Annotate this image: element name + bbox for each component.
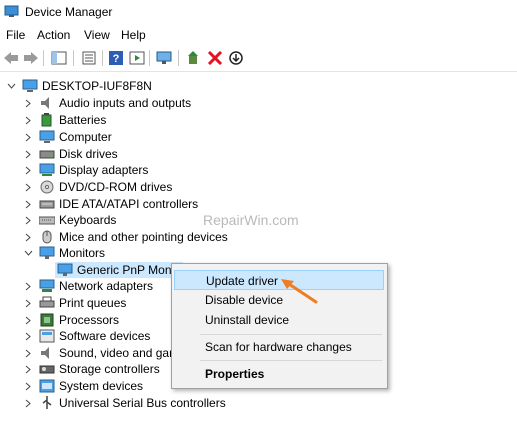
chevron-right-icon[interactable] [23,328,33,344]
tree-item-keyboards[interactable]: Keyboards [59,212,116,228]
menu-help[interactable]: Help [121,28,146,42]
device-manager-icon [4,5,19,17]
computer-icon [39,130,55,143]
keyboard-icon [39,216,55,225]
system-device-icon [39,379,55,393]
orange-pointer-arrow-icon [281,279,318,304]
tree-item-computer[interactable]: Computer [59,129,112,145]
tree-item-usb-controllers[interactable]: Universal Serial Bus controllers [59,395,226,411]
storage-controller-icon [39,365,55,374]
dvd-drive-icon [40,180,54,194]
menu-separator [200,334,382,335]
processor-icon [40,313,54,327]
menu-item-scan-hardware-label: Scan for hardware changes [205,340,352,354]
tree-item-processors[interactable]: Processors [59,312,119,328]
menu-item-uninstall-device-label: Uninstall device [205,313,290,327]
title-bar: Device Manager [0,0,517,24]
update-driver-icon[interactable] [185,49,203,67]
tree-item-display-adapters[interactable]: Display adapters [59,162,148,178]
mouse-icon [42,230,52,244]
help-icon[interactable]: ? [107,49,125,67]
toolbar-separator [73,50,74,66]
chevron-right-icon[interactable] [23,112,33,128]
usb-icon [42,396,52,409]
console-tree-icon[interactable] [50,49,68,67]
chevron-right-icon[interactable] [23,378,33,394]
menu-view[interactable]: View [84,28,110,42]
battery-icon [41,113,52,127]
chevron-right-icon[interactable] [23,129,33,145]
tree-item-storage-controllers[interactable]: Storage controllers [59,361,160,377]
tree-item-software-devices[interactable]: Software devices [59,328,150,344]
tree-item-generic-pnp-monitor[interactable]: Generic PnP Monito [77,262,184,278]
menu-item-properties-label: Properties [205,367,265,381]
menu-file[interactable]: File [6,28,25,42]
action-pane-icon[interactable] [128,49,146,67]
chevron-right-icon[interactable] [23,361,33,377]
chevron-down-icon[interactable] [23,245,33,261]
chevron-right-icon[interactable] [23,162,33,178]
tree-item-network-adapters[interactable]: Network adapters [59,278,153,294]
tree-root-label[interactable]: DESKTOP-IUF8F8N [42,78,152,94]
menu-item-scan-hardware[interactable]: Scan for hardware changes [174,337,384,357]
window-title: Device Manager [25,5,113,19]
network-adapter-icon [39,279,55,292]
tree-item-dvd-drives[interactable]: DVD/CD-ROM drives [59,179,172,195]
computer-root-icon [22,79,38,92]
ide-controller-icon [39,200,55,209]
menu-action[interactable]: Action [37,28,70,42]
scan-hardware-icon[interactable] [155,49,173,67]
chevron-right-icon[interactable] [23,345,33,361]
tree-item-batteries[interactable]: Batteries [59,112,106,128]
svg-text:?: ? [113,53,120,65]
tree-item-audio[interactable]: Audio inputs and outputs [59,95,191,111]
printer-icon [39,296,55,308]
chevron-right-icon[interactable] [23,295,33,311]
chevron-right-icon[interactable] [23,278,33,294]
tree-item-sound-video[interactable]: Sound, video and gam [59,345,179,361]
sound-icon [41,347,49,359]
menu-item-uninstall-device[interactable]: Uninstall device [174,310,384,330]
chevron-right-icon[interactable] [23,146,33,162]
tree-item-disk-drives[interactable]: Disk drives [59,146,118,162]
forward-arrow-icon[interactable] [22,49,40,67]
disk-drive-icon [39,150,55,159]
toolbar-separator [43,50,44,66]
tree-item-print-queues[interactable]: Print queues [59,295,126,311]
menu-item-properties[interactable]: Properties [174,364,384,384]
toolbar-separator [149,50,150,66]
chevron-right-icon[interactable] [23,179,33,195]
audio-icon [41,97,49,109]
watermark: RepairWin.com [203,212,299,228]
chevron-right-icon[interactable] [23,395,33,411]
menu-separator [200,360,382,361]
chevron-right-icon[interactable] [23,312,33,328]
properties-sheet-icon[interactable] [80,49,98,67]
monitor-icon [39,246,55,259]
uninstall-x-icon[interactable] [206,49,224,67]
display-adapter-icon [39,163,55,176]
disable-device-icon[interactable] [227,49,245,67]
toolbar-separator [178,50,179,66]
menu-item-update-driver-label: Update driver [206,274,279,288]
monitor-icon [57,263,73,276]
tree-item-ide-controllers[interactable]: IDE ATA/ATAPI controllers [59,196,198,212]
back-arrow-icon[interactable] [2,49,20,67]
tree-item-mice[interactable]: Mice and other pointing devices [59,229,228,245]
toolbar-separator [102,50,103,66]
chevron-right-icon[interactable] [23,229,33,245]
chevron-right-icon[interactable] [23,95,33,111]
software-device-icon [39,329,55,343]
chevron-down-icon[interactable] [6,78,16,94]
chevron-right-icon[interactable] [23,212,33,228]
menu-item-disable-device-label: Disable device [205,293,284,307]
chevron-right-icon[interactable] [23,196,33,212]
tree-item-system-devices[interactable]: System devices [59,378,143,394]
menu-bar [0,25,517,45]
tree-item-monitors[interactable]: Monitors [59,245,105,261]
toolbar [0,45,517,72]
